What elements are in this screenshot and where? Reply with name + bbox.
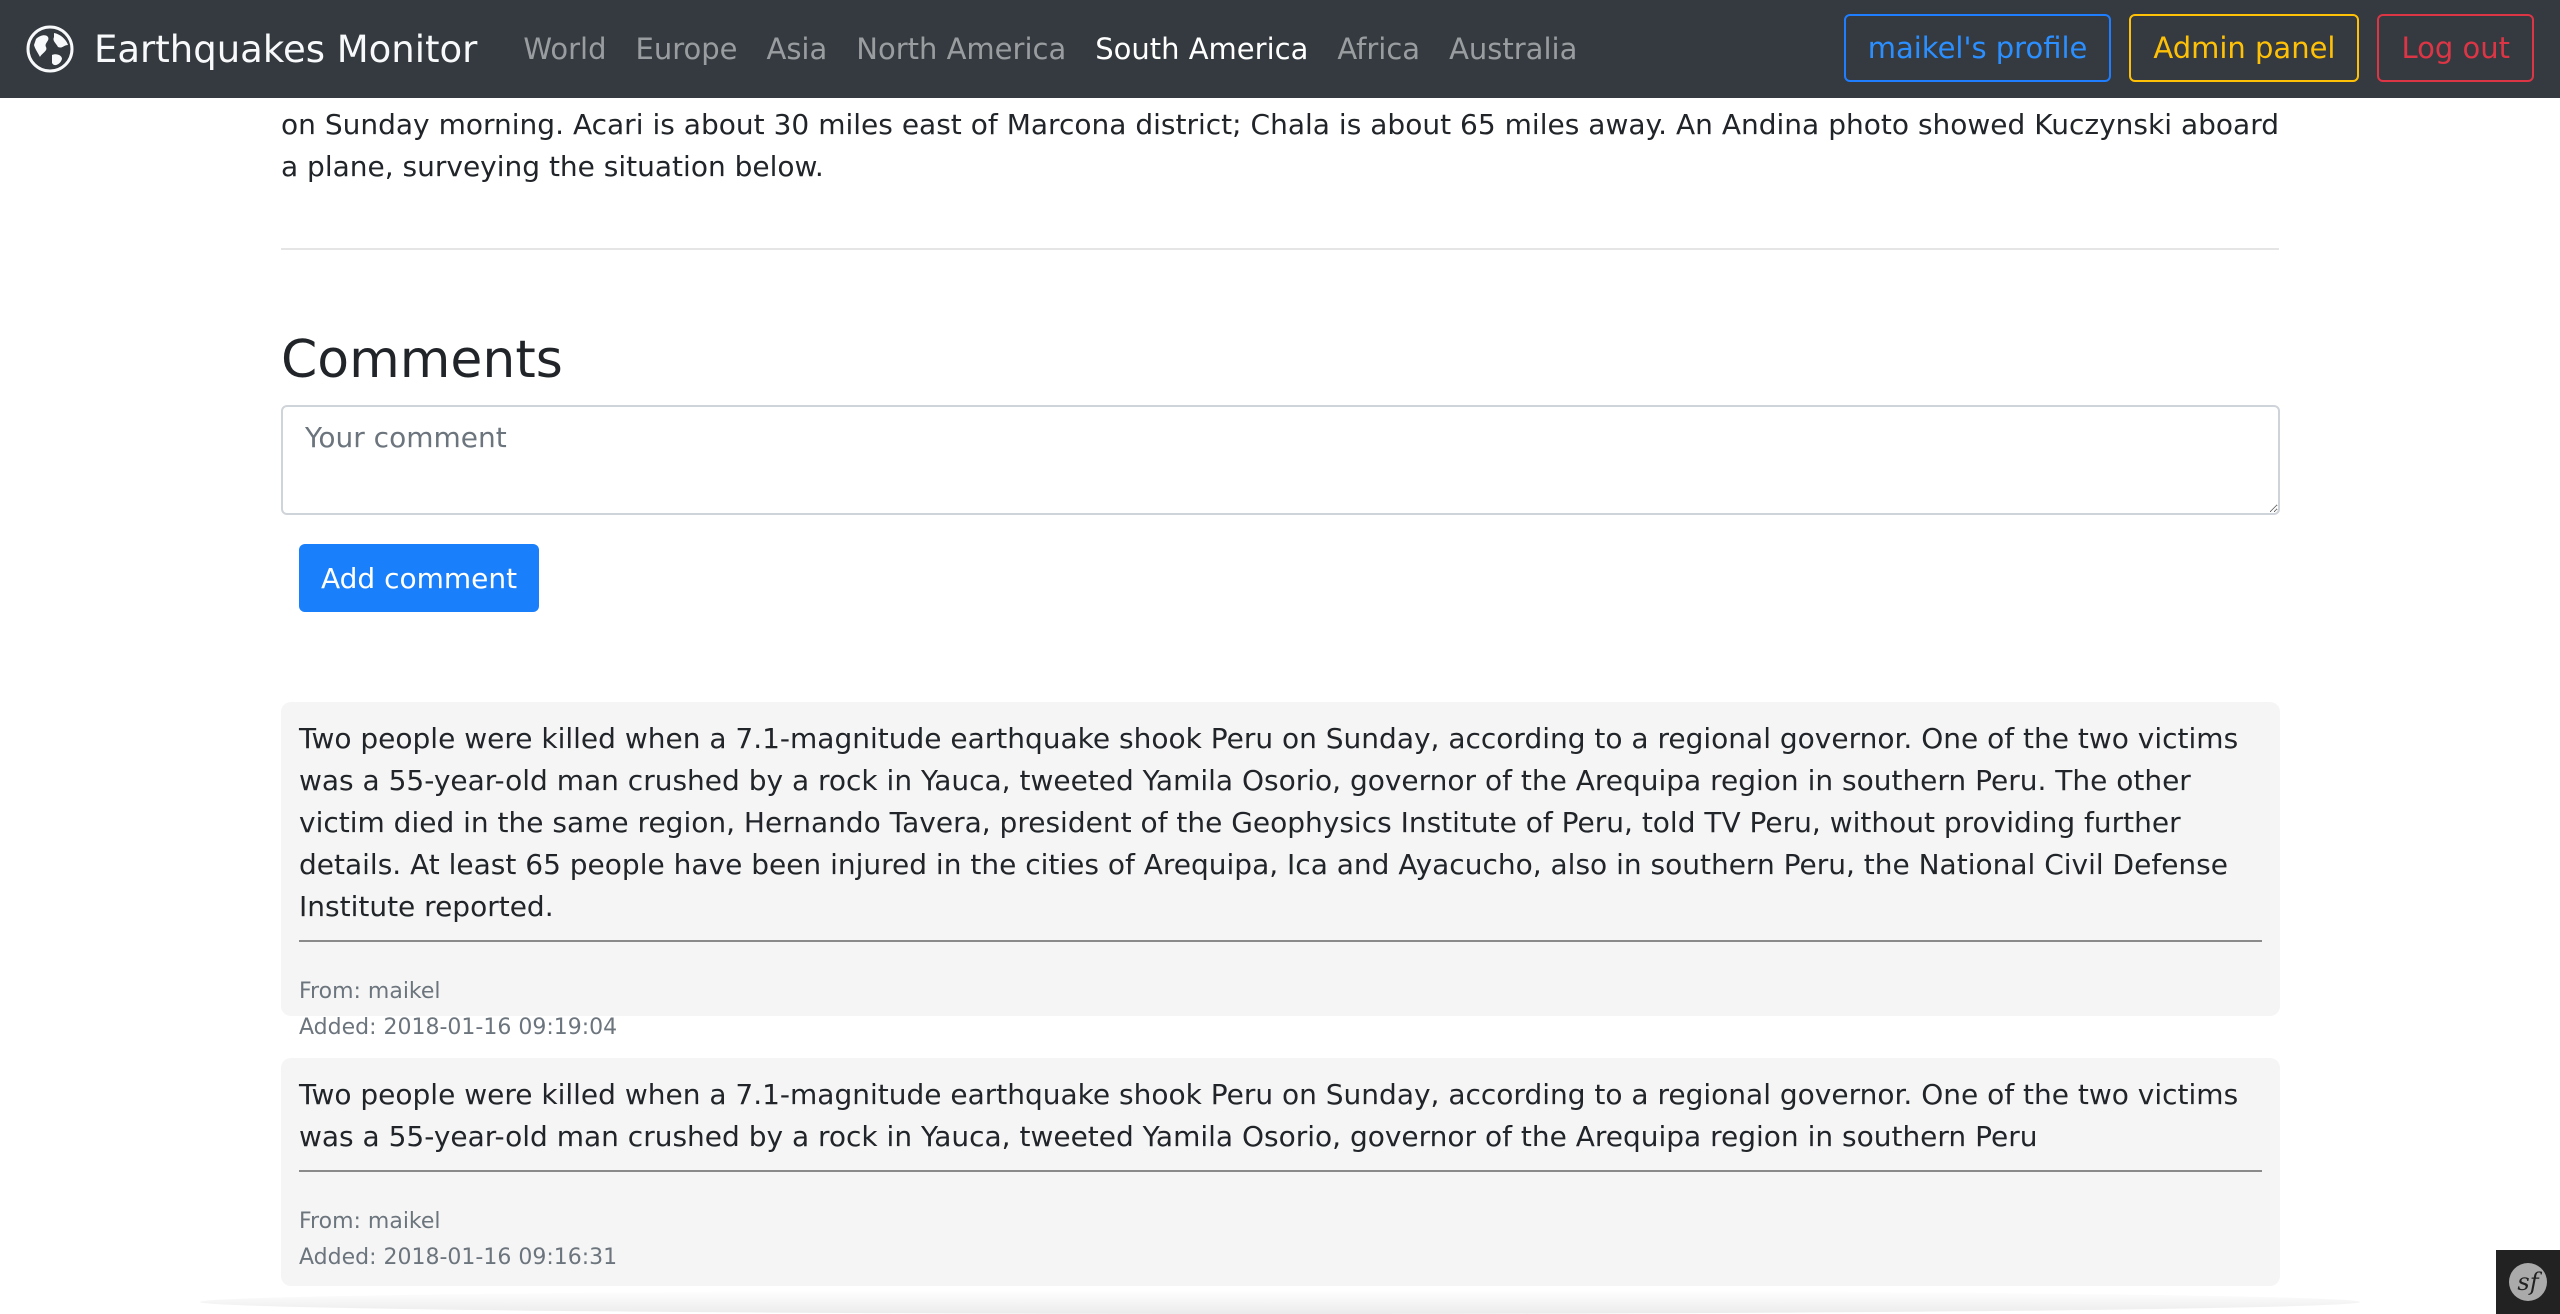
comment-card: Two people were killed when a 7.1-magnit… [281,1058,2280,1286]
user-actions: maikel's profile Admin panel Log out [1826,14,2534,82]
comment-author: From: maikel [299,979,441,1004]
add-comment-button[interactable]: Add comment [299,544,540,612]
article-divider [281,248,2279,250]
comment-date: Added: 2018-01-16 09:16:31 [299,1245,618,1270]
profile-button[interactable]: maikel's profile [1843,14,2112,82]
nav-link-europe[interactable]: Europe [636,32,738,66]
comment-author: From: maikel [299,1209,441,1234]
region-nav: World Europe Asia North America South Am… [523,32,1606,66]
page: USGS said. Though it damaged roads in th… [0,0,2560,1314]
brand[interactable]: Earthquakes Monitor [26,0,477,98]
symfony-toolbar-icon: sf [2509,1263,2547,1301]
nav-link-north-america[interactable]: North America [856,32,1066,66]
comment-meta: From: maikel Added: 2018-01-16 09:16:31 [299,1204,2262,1276]
comment-meta: From: maikel Added: 2018-01-16 09:19:04 [299,974,2262,1046]
nav-link-australia[interactable]: Australia [1449,32,1577,66]
symfony-toolbar-toggle[interactable]: sf [2496,1250,2560,1314]
nav-link-africa[interactable]: Africa [1337,32,1420,66]
comment-card: Two people were killed when a 7.1-magnit… [281,702,2280,1040]
brand-title: Earthquakes Monitor [94,27,478,71]
nav-link-world[interactable]: World [523,32,606,66]
globe-icon [26,25,74,73]
nav-link-south-america[interactable]: South America [1095,32,1308,66]
logout-button[interactable]: Log out [2377,14,2534,82]
comments-heading: Comments [281,330,563,390]
nav-link-asia[interactable]: Asia [766,32,827,66]
top-navbar: Earthquakes Monitor World Europe Asia No… [0,0,2560,98]
comment-date: Added: 2018-01-16 09:19:04 [299,1015,618,1040]
admin-panel-button[interactable]: Admin panel [2129,14,2360,82]
page-bottom-shadow [200,1290,2360,1314]
comment-text: Two people were killed when a 7.1-magnit… [299,718,2262,942]
comment-input[interactable] [281,405,2280,515]
comment-text: Two people were killed when a 7.1-magnit… [299,1074,2262,1172]
